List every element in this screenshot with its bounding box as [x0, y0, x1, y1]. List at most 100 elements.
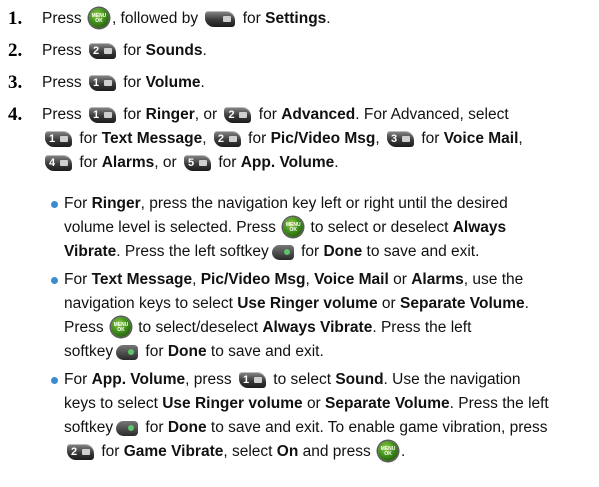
alarms-label: Alarms	[411, 271, 464, 288]
alarms-label: Alarms	[101, 154, 155, 171]
bullet-text: or	[393, 271, 407, 288]
left-softkey-icon	[116, 421, 139, 436]
done-label: Done	[167, 343, 207, 360]
text-message-label: Text Message	[101, 130, 203, 147]
bullet-text-message: For Text Message, Pic/Video Msg, Voice M…	[51, 268, 594, 364]
use-ringer-volume-label: Use Ringer volume	[237, 295, 378, 312]
pic-video-msg-label: Pic/Video Msg	[200, 271, 306, 288]
step-number: 1.	[8, 8, 23, 29]
step-text: Press	[42, 42, 82, 59]
bullet-text: or	[381, 295, 396, 312]
bullet-text: For	[64, 195, 88, 212]
bullet-text: Press	[64, 319, 104, 336]
bullet-dot	[51, 201, 58, 208]
step-text: ,	[202, 130, 207, 147]
step-text: for	[123, 106, 142, 123]
bullet-text: to save and exit.	[366, 243, 480, 260]
bullet-dot	[51, 277, 58, 284]
step-text: . For Advanced, select	[355, 106, 509, 123]
ringer-label: Ringer	[91, 195, 141, 212]
separate-volume-label: Separate Volume	[325, 395, 450, 412]
done-label: Done	[167, 419, 207, 436]
menu-ok-key-icon: MENU OK	[88, 8, 109, 28]
done-label: Done	[323, 243, 363, 260]
key-2-icon: 2	[224, 107, 252, 123]
app-volume-label: App. Volume	[91, 371, 186, 388]
sounds-label: Sounds	[145, 42, 203, 59]
step-text: for	[123, 42, 142, 59]
step-number: 4.	[8, 104, 23, 125]
always-vibrate-label: Always Vibrate	[262, 319, 373, 336]
sound-label: Sound	[335, 371, 384, 388]
voice-mail-label: Voice Mail	[443, 130, 519, 147]
bullet-text: for	[101, 443, 120, 460]
bullet-text: for	[145, 419, 164, 436]
step-text: , or	[194, 106, 218, 123]
step-text: for	[123, 74, 142, 91]
step-text: for	[248, 130, 267, 147]
bullet-text: volume level is selected. Press	[64, 219, 276, 236]
bullet-text: . Press the left	[449, 395, 549, 412]
bullet-text: For	[64, 371, 88, 388]
use-ringer-volume-label: Use Ringer volume	[162, 395, 303, 412]
on-label: On	[276, 443, 299, 460]
step-text: for	[242, 10, 261, 27]
step-1: 1. Press MENU OK , followed by for Settin…	[8, 7, 593, 31]
bullet-app-volume: For App. Volume, press 1 to select Sound…	[51, 368, 594, 464]
bullet-text: to select/deselect	[138, 319, 259, 336]
bullet-text: , select	[223, 443, 273, 460]
key-5-icon: 5	[184, 155, 211, 171]
step-2: 2. Press 2 for Sounds.	[8, 39, 593, 63]
separate-volume-label: Separate Volume	[400, 295, 525, 312]
bullet-text: navigation keys to select	[64, 295, 233, 312]
step-text: .	[200, 74, 205, 91]
step-4: 4. Press 1 for Ringer, or 2 for Advanced…	[8, 103, 593, 175]
bullet-text: , press the navigation key left or right…	[140, 195, 508, 212]
step-text: for	[421, 130, 440, 147]
step-number: 2.	[8, 40, 23, 61]
bullet-text: ,	[192, 271, 197, 288]
step-text: for	[258, 106, 277, 123]
bullet-text: to save and exit.	[210, 343, 324, 360]
step-text: for	[79, 154, 98, 171]
step-text: for	[79, 130, 98, 147]
key-1-icon: 1	[88, 107, 116, 123]
step-text: .	[334, 154, 339, 171]
game-vibrate-label: Game Vibrate	[123, 443, 224, 460]
bullet-text: . Use the navigation	[383, 371, 521, 388]
bullet-ringer: For Ringer, press the navigation key lef…	[51, 192, 594, 264]
step-text: , or	[154, 154, 177, 171]
bullet-text: .	[524, 295, 529, 312]
bullet-text: .	[401, 443, 406, 460]
pic-video-msg-label: Pic/Video Msg	[270, 130, 376, 147]
bullet-text: . Press the left softkey	[116, 243, 269, 260]
menu-ok-key-label: MENU OK	[91, 13, 107, 24]
bullet-text: to select	[273, 371, 332, 388]
ringer-label: Ringer	[145, 106, 195, 123]
step-text: Press	[42, 106, 82, 123]
always-label: Always	[452, 219, 507, 236]
bullet-text: For	[64, 271, 88, 288]
advanced-label: Advanced	[281, 106, 356, 123]
bullet-text: softkey	[64, 419, 114, 436]
key-3-icon: 3	[387, 131, 415, 147]
step-text: Press	[42, 10, 82, 27]
bullet-text: keys to select	[64, 395, 158, 412]
menu-ok-key-icon: MENU OK	[110, 317, 131, 337]
step-3: 3. Press 1 for Volume.	[8, 71, 593, 95]
bullet-text: softkey	[64, 343, 114, 360]
bullet-text: or	[306, 395, 321, 412]
bullet-text: to save and exit. To enable game vibrati…	[210, 419, 548, 436]
step-text: ,	[375, 130, 380, 147]
settings-label: Settings	[265, 10, 327, 27]
menu-ok-key-icon: MENU OK	[283, 217, 304, 237]
step-text: , followed by	[111, 10, 199, 27]
bullet-text: to select or deselect	[310, 219, 449, 236]
app-volume-label: App. Volume	[240, 154, 335, 171]
text-message-label: Text Message	[91, 271, 193, 288]
menu-ok-key-icon: MENU OK	[378, 441, 399, 461]
left-softkey-icon	[271, 245, 294, 260]
bullet-text: for	[145, 343, 164, 360]
settings-key-icon	[205, 11, 236, 27]
key-4-icon: 4	[45, 155, 72, 171]
